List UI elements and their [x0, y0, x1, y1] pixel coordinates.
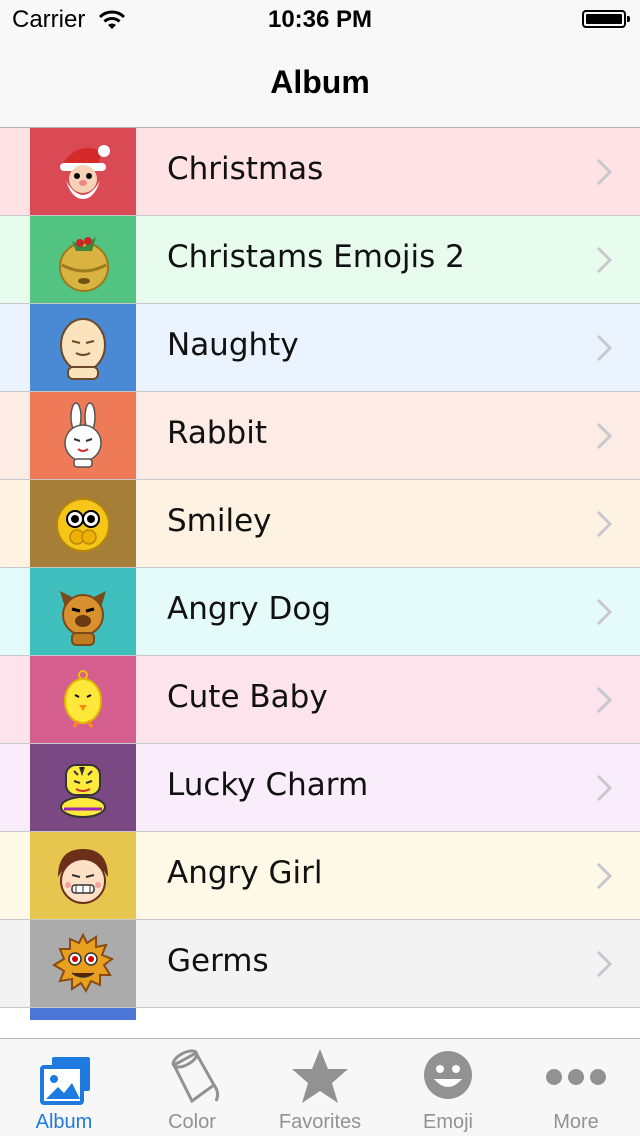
album-label: Smiley: [167, 503, 272, 539]
status-bar: Carrier 10:36 PM: [0, 0, 640, 40]
chevron-right-icon: [596, 862, 612, 890]
tab-album[interactable]: Album: [0, 1039, 128, 1137]
album-label: Rabbit: [167, 415, 267, 451]
album-label: Cute Baby: [167, 679, 328, 715]
tab-bar: Album Color Favorites Emoji More: [0, 1038, 640, 1136]
germ-icon: [52, 932, 115, 993]
navigation-bar: Album: [0, 40, 640, 128]
chevron-right-icon: [596, 950, 612, 978]
chevron-right-icon: [596, 774, 612, 802]
girl-face-icon: [58, 848, 108, 904]
tab-label: Favorites: [278, 1111, 362, 1133]
album-thumbnail: [30, 832, 136, 919]
tab-label: Color: [168, 1111, 216, 1133]
rabbit-icon: [64, 401, 102, 468]
album-row[interactable]: Naughty: [0, 304, 640, 392]
page-title: Album: [270, 64, 370, 100]
chick-icon: [64, 669, 102, 728]
album-thumbnail: [30, 304, 136, 391]
star-icon: [292, 1049, 348, 1103]
paint-bucket-icon: [171, 1049, 220, 1104]
tiger-icon: [60, 763, 106, 818]
more-icon: [546, 1069, 606, 1085]
naughty-face-icon: [60, 317, 106, 380]
album-thumbnail: [30, 128, 136, 215]
tab-color[interactable]: Color: [128, 1039, 256, 1137]
album-row-partial[interactable]: [0, 1008, 640, 1020]
album-label: Christmas: [167, 151, 324, 187]
emoji-face-icon: [424, 1051, 472, 1099]
album-row[interactable]: Smiley: [0, 480, 640, 568]
album-icon: [40, 1057, 90, 1105]
status-time: 10:36 PM: [267, 6, 373, 33]
album-label: Lucky Charm: [167, 767, 369, 803]
tab-emoji[interactable]: Emoji: [384, 1039, 512, 1137]
chevron-right-icon: [596, 510, 612, 538]
tab-label: Album: [35, 1111, 93, 1133]
album-thumbnail: [30, 1008, 136, 1020]
battery-icon: [582, 10, 630, 28]
chevron-right-icon: [596, 158, 612, 186]
album-row[interactable]: Christmas: [0, 128, 640, 216]
chevron-right-icon: [596, 686, 612, 714]
album-label: Angry Girl: [167, 855, 323, 891]
tab-label: Emoji: [422, 1111, 473, 1133]
album-row[interactable]: Cute Baby: [0, 656, 640, 744]
chevron-right-icon: [596, 422, 612, 450]
album-thumbnail: [30, 920, 136, 1007]
tab-favorites[interactable]: Favorites: [256, 1039, 384, 1137]
album-thumbnail: [30, 480, 136, 567]
album-label: Angry Dog: [167, 591, 331, 627]
album-row[interactable]: Germs: [0, 920, 640, 1008]
santa-icon: [60, 144, 110, 199]
album-row[interactable]: Christams Emojis 2: [0, 216, 640, 304]
tab-label: More: [553, 1111, 599, 1133]
album-thumbnail: [30, 568, 136, 655]
chevron-right-icon: [596, 246, 612, 274]
album-list: Christmas Christams Emojis 2 Naughty Rab…: [0, 128, 640, 1020]
album-label: Christams Emojis 2: [167, 239, 465, 275]
album-thumbnail: [30, 216, 136, 303]
album-row[interactable]: Angry Dog: [0, 568, 640, 656]
album-label: Germs: [167, 943, 269, 979]
album-row[interactable]: Rabbit: [0, 392, 640, 480]
album-thumbnail: [30, 656, 136, 743]
album-row[interactable]: Lucky Charm: [0, 744, 640, 832]
album-row[interactable]: Angry Girl: [0, 832, 640, 920]
smiley-icon: [56, 497, 110, 552]
tab-more[interactable]: More: [512, 1039, 640, 1137]
album-label: Naughty: [167, 327, 299, 363]
chevron-right-icon: [596, 598, 612, 626]
album-thumbnail: [30, 392, 136, 479]
chevron-right-icon: [596, 334, 612, 362]
album-thumbnail: [30, 744, 136, 831]
bell-icon: [59, 236, 109, 292]
dog-icon: [60, 590, 106, 646]
